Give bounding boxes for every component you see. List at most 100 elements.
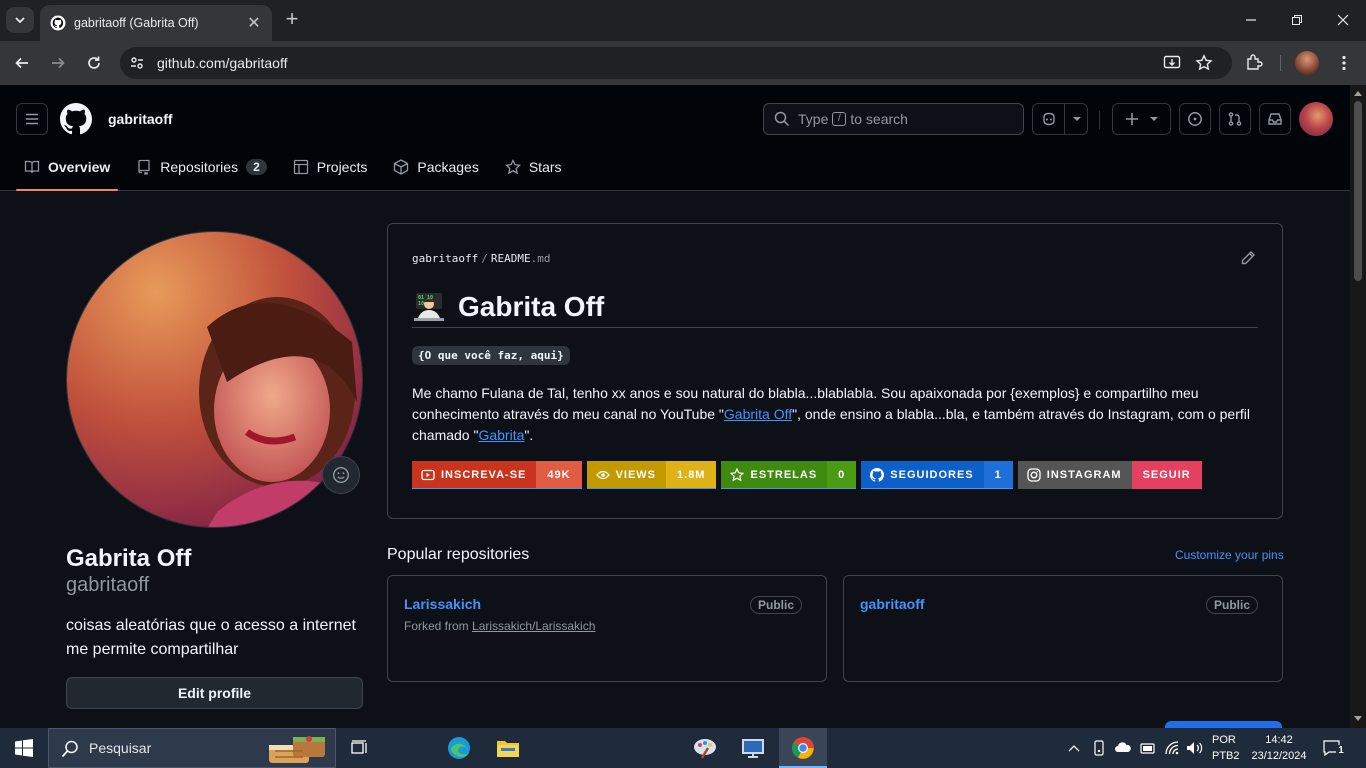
badge-instagram-value: SEGUIR xyxy=(1142,469,1191,481)
chrome-menu-icon[interactable] xyxy=(1332,51,1356,75)
copilot-button[interactable] xyxy=(1032,103,1088,135)
badge-stars[interactable]: ESTRELAS 0 xyxy=(721,461,857,489)
close-window-button[interactable] xyxy=(1320,8,1366,32)
bookmark-star-icon[interactable] xyxy=(1192,51,1216,75)
close-tab-icon[interactable]: ✕ xyxy=(246,13,262,33)
minimize-button[interactable] xyxy=(1228,8,1274,32)
badge-followers[interactable]: SEGUIDORES 1 xyxy=(861,461,1013,489)
header-username-link[interactable]: gabritaoff xyxy=(108,111,173,127)
chrome-profile-avatar[interactable] xyxy=(1295,51,1319,75)
wifi-icon[interactable] xyxy=(1164,740,1180,756)
reload-icon xyxy=(88,56,100,69)
tab-projects[interactable]: Projects xyxy=(285,149,376,185)
copilot-icon xyxy=(1043,112,1055,126)
open-global-nav-button[interactable] xyxy=(16,103,48,135)
address-bar[interactable]: github.com/gabritaoff xyxy=(120,47,1232,79)
restore-button[interactable] xyxy=(1274,8,1320,32)
instagram-profile-link[interactable]: Gabrita xyxy=(478,427,524,443)
onedrive-cloud-icon[interactable] xyxy=(1114,741,1132,753)
badge-followers-label-bg: SEGUIDORES xyxy=(861,461,984,488)
repo-card: gabritaoff Public xyxy=(843,575,1283,682)
user-avatar-menu[interactable] xyxy=(1299,102,1333,136)
taskbar-clock[interactable]: 14:42 23/12/2024 xyxy=(1248,732,1310,764)
pull-requests-button[interactable] xyxy=(1219,103,1251,135)
scrollbar-thumb[interactable] xyxy=(1354,101,1362,281)
tab-title: gabritaoff (Gabrita Off) xyxy=(74,16,199,30)
browser-tab[interactable]: gabritaoff (Gabrita Off) ✕ xyxy=(40,5,272,41)
scroll-down-icon[interactable] xyxy=(1353,715,1363,723)
start-button[interactable] xyxy=(8,732,40,764)
create-new-button[interactable] xyxy=(1112,103,1171,135)
taskbar-edge[interactable] xyxy=(443,732,475,764)
profile-avatar[interactable] xyxy=(66,231,363,528)
keyboard-language-indicator[interactable]: POR PTB2 xyxy=(1212,732,1240,764)
repositories-counter: 2 xyxy=(246,159,267,175)
taskbar-search-placeholder: Pesquisar xyxy=(89,740,152,756)
forward-button[interactable] xyxy=(44,49,72,77)
tab-packages[interactable]: Packages xyxy=(385,149,486,185)
windows-taskbar: Pesquisar POR PTB2 14:42 23/12/2024 1 xyxy=(0,728,1366,768)
tab-stars[interactable]: Stars xyxy=(497,149,570,185)
taskbar-app-paint[interactable] xyxy=(689,732,721,764)
close-icon xyxy=(1337,14,1349,26)
badge-youtube-label-bg: INSCREVA-SE xyxy=(412,461,537,488)
repo-forked-from: Forked from Larissakich/Larissakich xyxy=(404,619,595,633)
search-input[interactable]: Type / to search xyxy=(763,103,1024,135)
readme-path-ext: .md xyxy=(530,252,551,265)
badge-instagram[interactable]: INSTAGRAM SEGUIR xyxy=(1017,461,1202,489)
back-button[interactable] xyxy=(8,49,36,77)
battery-power-icon[interactable] xyxy=(1140,741,1156,755)
profile-name: Gabrita Off xyxy=(66,545,192,572)
search-icon xyxy=(61,740,78,758)
install-app-icon[interactable] xyxy=(1160,51,1184,75)
badge-youtube-value-bg: 49K xyxy=(536,461,582,488)
clock-time: 14:42 xyxy=(1265,734,1293,746)
forked-from-link[interactable]: Larissakich/Larissakich xyxy=(472,619,595,633)
inbox-button[interactable] xyxy=(1259,103,1291,135)
customize-pins-link[interactable]: Customize your pins xyxy=(1175,548,1284,562)
device-icon[interactable] xyxy=(1092,740,1106,756)
eye-icon xyxy=(595,470,610,479)
taskbar-chrome[interactable] xyxy=(787,732,819,764)
issues-button[interactable] xyxy=(1179,103,1211,135)
readme-path-user[interactable]: gabritaoff xyxy=(412,252,478,265)
badge-youtube[interactable]: INSCREVA-SE 49K xyxy=(412,461,582,489)
github-logo-icon[interactable] xyxy=(60,103,92,135)
badge-stars-label-bg: ESTRELAS xyxy=(721,461,828,488)
repo-name-link[interactable]: Larissakich xyxy=(404,596,481,612)
taskbar-app-remote[interactable] xyxy=(737,732,769,764)
show-hidden-icons[interactable] xyxy=(1068,743,1080,753)
youtube-channel-link[interactable]: Gabrita Off xyxy=(724,406,792,422)
tab-overview[interactable]: Overview xyxy=(16,149,119,191)
volume-icon[interactable] xyxy=(1186,740,1204,756)
notifications-button[interactable]: 1 xyxy=(1323,739,1346,757)
taskbar-search-box[interactable]: Pesquisar xyxy=(48,728,336,768)
chevron-down-icon xyxy=(1149,117,1158,121)
badge-views-label: VIEWS xyxy=(615,468,657,481)
edit-profile-button[interactable]: Edit profile xyxy=(66,677,363,709)
readme-badges: INSCREVA-SE 49K VIEWS 1.8M ESTRELAS 0 SE… xyxy=(412,461,1207,489)
badge-views-value: 1.8M xyxy=(677,468,706,481)
readme-paragraph: Me chamo Fulana de Tal, tenho xx anos e … xyxy=(412,383,1262,446)
new-tab-button[interactable]: + xyxy=(282,8,302,32)
tab-search-button[interactable] xyxy=(6,7,34,33)
tab-packages-label: Packages xyxy=(417,159,479,175)
tab-repositories-label: Repositories xyxy=(160,159,239,175)
set-status-button[interactable] xyxy=(322,456,360,494)
youtube-icon xyxy=(421,469,435,480)
site-info-icon[interactable] xyxy=(124,50,150,76)
chevron-down-icon xyxy=(15,17,25,24)
edit-pencil-icon[interactable] xyxy=(1240,250,1256,266)
task-view-button[interactable] xyxy=(344,732,376,764)
page-scrollbar[interactable] xyxy=(1350,85,1366,728)
tab-repositories[interactable]: Repositories 2 xyxy=(128,149,275,185)
taskbar-file-explorer[interactable] xyxy=(492,732,524,764)
badge-views[interactable]: VIEWS 1.8M xyxy=(586,461,717,489)
reload-button[interactable] xyxy=(80,49,108,77)
readme-path-file[interactable]: README xyxy=(491,252,531,265)
scroll-up-icon[interactable] xyxy=(1353,89,1363,97)
extensions-icon[interactable] xyxy=(1242,51,1266,75)
repo-name-link[interactable]: gabritaoff xyxy=(860,596,925,612)
badge-youtube-label: INSCREVA-SE xyxy=(441,468,527,481)
repo-visibility-badge: Public xyxy=(1205,596,1258,614)
